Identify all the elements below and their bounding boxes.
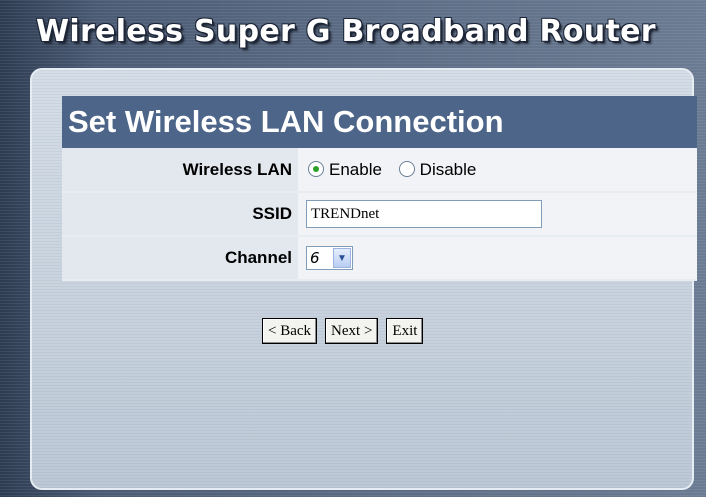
channel-value: 6 — [310, 249, 320, 267]
channel-row: Channel 6 ▼ — [62, 236, 697, 281]
settings-table: Wireless LAN Enable Disable SSID Channel… — [62, 148, 697, 281]
disable-radio[interactable] — [398, 160, 415, 177]
channel-label: Channel — [62, 236, 298, 281]
ssid-label: SSID — [62, 192, 298, 237]
wizard-buttons: < Back Next > Exit — [262, 318, 424, 344]
router-title: Wireless Super G Broadband Router — [36, 14, 656, 49]
ssid-input[interactable] — [306, 200, 542, 228]
wireless-lan-label: Wireless LAN — [62, 148, 298, 193]
channel-select[interactable]: 6 ▼ — [306, 246, 353, 270]
exit-button[interactable]: Exit — [386, 318, 424, 344]
enable-label: Enable — [329, 159, 382, 179]
disable-label: Disable — [419, 159, 477, 179]
back-button[interactable]: < Back — [262, 318, 318, 344]
section-title: Set Wireless LAN Connection — [62, 96, 697, 148]
chevron-down-icon[interactable]: ▼ — [333, 248, 351, 268]
enable-radio[interactable] — [308, 160, 324, 177]
wireless-lan-row: Wireless LAN Enable Disable — [62, 148, 697, 193]
next-button[interactable]: Next > — [325, 318, 379, 344]
ssid-row: SSID — [62, 192, 697, 237]
wireless-lan-options: Enable Disable — [298, 148, 697, 193]
